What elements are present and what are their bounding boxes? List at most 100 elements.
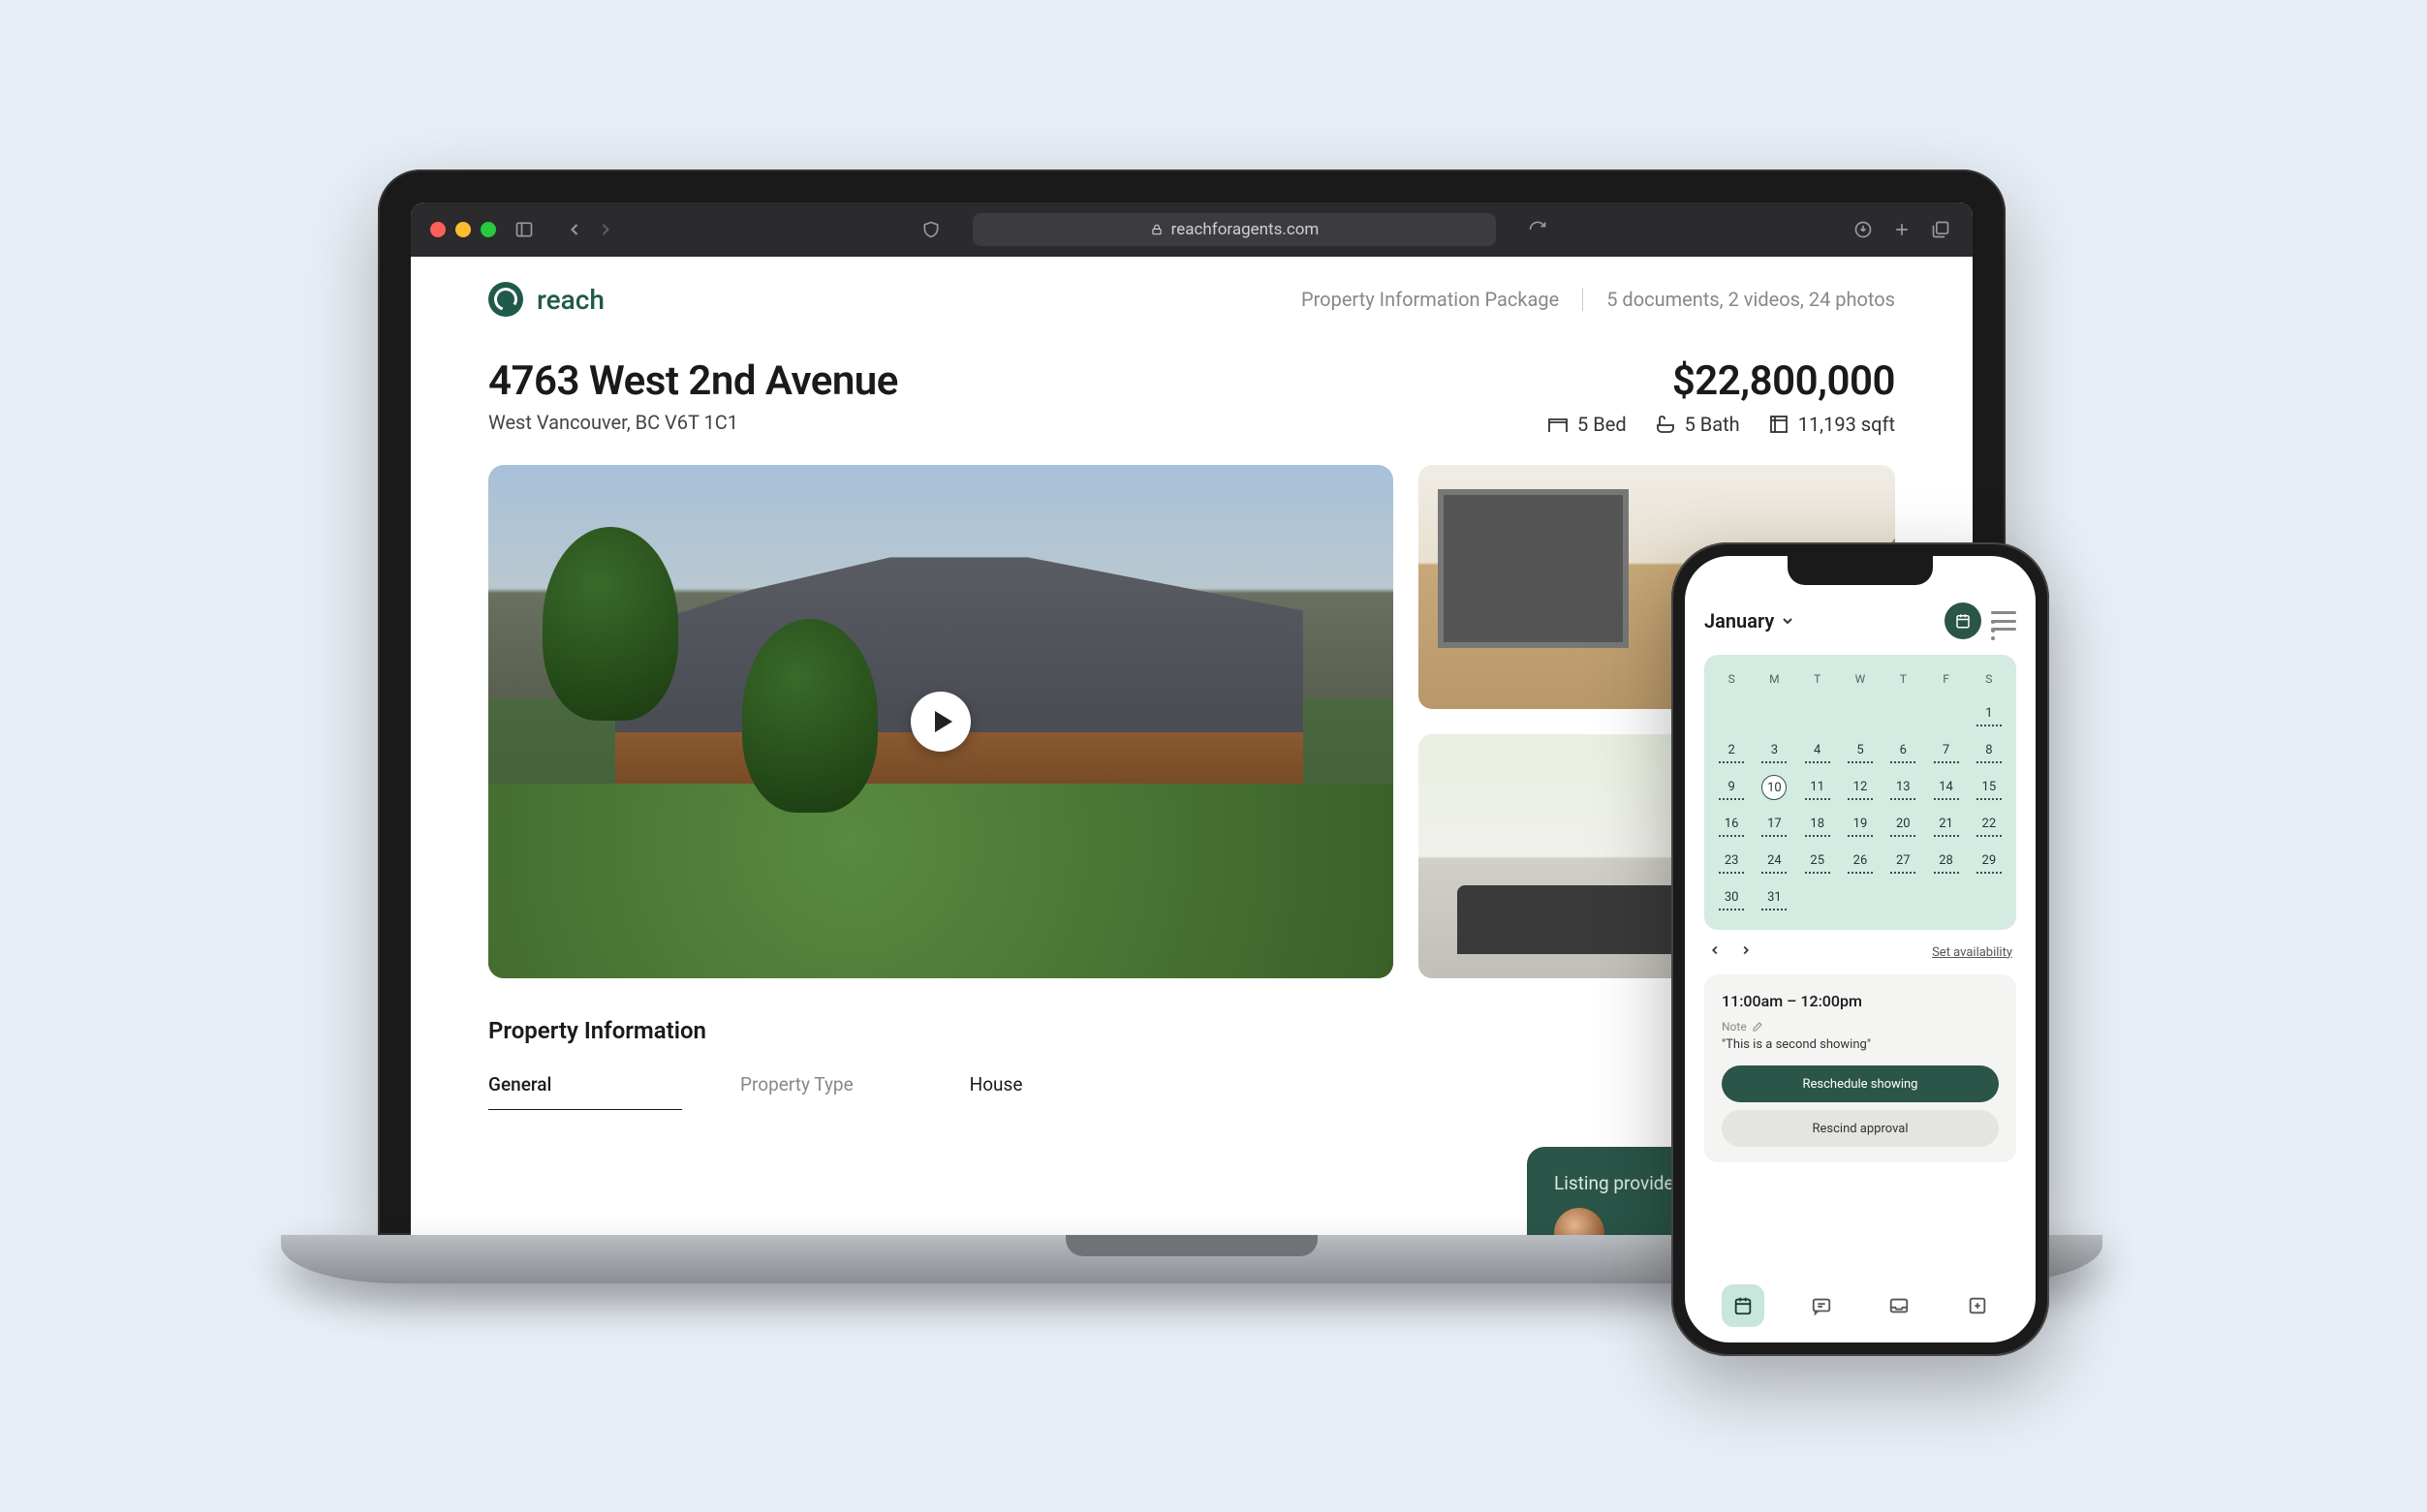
- tab-messages[interactable]: [1800, 1284, 1843, 1327]
- calendar-day[interactable]: 4: [1796, 732, 1839, 769]
- privacy-shield-icon[interactable]: [918, 217, 944, 242]
- calendar-day[interactable]: 12: [1839, 769, 1882, 806]
- tab-inbox[interactable]: [1878, 1284, 1920, 1327]
- calendar-day[interactable]: 10: [1753, 769, 1795, 806]
- url-text: reachforagents.com: [1171, 220, 1320, 239]
- calendar-day: [1924, 879, 1967, 916]
- calendar-day[interactable]: 24: [1753, 843, 1795, 879]
- calendar-day[interactable]: 28: [1924, 843, 1967, 879]
- calendar-dow: F: [1924, 668, 1967, 695]
- calendar-day[interactable]: 18: [1796, 806, 1839, 843]
- prev-day-icon[interactable]: [1708, 943, 1722, 961]
- appointment-card: 11:00am – 12:00pm Note "This is a second…: [1704, 974, 2016, 1162]
- brand[interactable]: reach: [488, 282, 605, 317]
- calendar-view-button[interactable]: [1945, 602, 1981, 639]
- forward-icon[interactable]: [593, 217, 618, 242]
- window-controls: [430, 222, 496, 237]
- calendar-day[interactable]: 2: [1710, 732, 1753, 769]
- calendar-day[interactable]: 5: [1839, 732, 1882, 769]
- calendar-day[interactable]: 27: [1882, 843, 1924, 879]
- calendar-day[interactable]: 21: [1924, 806, 1967, 843]
- pkg-counts: 5 documents, 2 videos, 24 photos: [1606, 288, 1895, 311]
- calendar-day: [1882, 695, 1924, 732]
- bed-icon: [1546, 413, 1570, 436]
- back-icon[interactable]: [562, 217, 587, 242]
- calendar-day[interactable]: 17: [1753, 806, 1795, 843]
- calendar-day[interactable]: 6: [1882, 732, 1924, 769]
- sqft-icon: [1767, 413, 1790, 436]
- agent-avatar[interactable]: [1554, 1208, 1604, 1235]
- pkg-label[interactable]: Property Information Package: [1301, 288, 1559, 311]
- phone-mockup: January SMTWTFS 123456789101112131415161…: [1671, 542, 2049, 1356]
- calendar-dow: M: [1753, 668, 1795, 695]
- calendar-day[interactable]: 3: [1753, 732, 1795, 769]
- calendar-icon: [1954, 612, 1972, 630]
- tab-add[interactable]: [1956, 1284, 1999, 1327]
- calendar-day: [1796, 879, 1839, 916]
- next-day-icon[interactable]: [1739, 943, 1753, 961]
- divider: [1582, 288, 1583, 311]
- calendar-day[interactable]: 23: [1710, 843, 1753, 879]
- play-icon[interactable]: [911, 692, 971, 752]
- tabs-icon[interactable]: [1928, 217, 1953, 242]
- minimize-window-icon[interactable]: [455, 222, 471, 237]
- download-icon[interactable]: [1851, 217, 1876, 242]
- reschedule-button[interactable]: Reschedule showing: [1722, 1065, 1999, 1102]
- calendar-day[interactable]: 26: [1839, 843, 1882, 879]
- calendar-day[interactable]: 25: [1796, 843, 1839, 879]
- month-picker[interactable]: January: [1704, 609, 1795, 633]
- calendar-day[interactable]: 15: [1968, 769, 2010, 806]
- calendar-day[interactable]: 22: [1968, 806, 2010, 843]
- calendar-day[interactable]: 14: [1924, 769, 1967, 806]
- phone-tabbar: [1704, 1269, 2016, 1327]
- calendar-day[interactable]: 31: [1753, 879, 1795, 916]
- address-bar[interactable]: reachforagents.com: [973, 213, 1496, 246]
- nav-arrows: [562, 217, 618, 242]
- list-view-button[interactable]: [1991, 611, 2016, 631]
- edit-icon[interactable]: [1752, 1021, 1763, 1033]
- calendar-day: [1968, 879, 2010, 916]
- appointment-note: "This is a second showing": [1722, 1037, 1999, 1052]
- fullscreen-window-icon[interactable]: [481, 222, 496, 237]
- calendar-day[interactable]: 11: [1796, 769, 1839, 806]
- chat-icon: [1811, 1295, 1832, 1316]
- close-window-icon[interactable]: [430, 222, 446, 237]
- calendar-day[interactable]: 20: [1882, 806, 1924, 843]
- calendar-day[interactable]: 7: [1924, 732, 1967, 769]
- reload-icon[interactable]: [1525, 217, 1550, 242]
- calendar-day: [1839, 695, 1882, 732]
- sidebar-toggle-icon[interactable]: [512, 217, 537, 242]
- calendar-day[interactable]: 29: [1968, 843, 2010, 879]
- inbox-icon: [1888, 1295, 1910, 1316]
- appointment-time: 11:00am – 12:00pm: [1722, 992, 1999, 1010]
- tab-general[interactable]: General: [488, 1073, 682, 1110]
- address-title: 4763 West 2nd Avenue: [488, 357, 898, 405]
- calendar: SMTWTFS 12345678910111213141516171819202…: [1704, 655, 2016, 930]
- calendar-day: [1882, 879, 1924, 916]
- calendar-day: [1796, 695, 1839, 732]
- hero-media[interactable]: [488, 465, 1393, 978]
- calendar-day[interactable]: 30: [1710, 879, 1753, 916]
- calendar-day[interactable]: 19: [1839, 806, 1882, 843]
- brand-name: reach: [537, 284, 605, 316]
- phone-screen: January SMTWTFS 123456789101112131415161…: [1685, 556, 2036, 1342]
- calendar-day[interactable]: 13: [1882, 769, 1924, 806]
- browser-chrome: reachforagents.com: [411, 202, 1973, 257]
- calendar-day[interactable]: 8: [1968, 732, 2010, 769]
- reach-logo-icon: [488, 282, 523, 317]
- listing-price: $22,800,000: [1546, 357, 1895, 405]
- calendar-day[interactable]: 16: [1710, 806, 1753, 843]
- set-availability-link[interactable]: Set availability: [1932, 945, 2012, 960]
- new-tab-icon[interactable]: [1889, 217, 1914, 242]
- plus-square-icon: [1967, 1295, 1988, 1316]
- stat-sqft: 11,193 sqft: [1767, 413, 1895, 436]
- calendar-day[interactable]: 9: [1710, 769, 1753, 806]
- field-label: Property Type: [740, 1073, 854, 1095]
- tab-calendar[interactable]: [1722, 1284, 1764, 1327]
- calendar-day[interactable]: 1: [1968, 695, 2010, 732]
- rescind-button[interactable]: Rescind approval: [1722, 1110, 1999, 1147]
- stat-bed: 5 Bed: [1546, 413, 1627, 436]
- field-value: House: [970, 1073, 1023, 1095]
- calendar-day: [1839, 879, 1882, 916]
- calendar-dow: W: [1839, 668, 1882, 695]
